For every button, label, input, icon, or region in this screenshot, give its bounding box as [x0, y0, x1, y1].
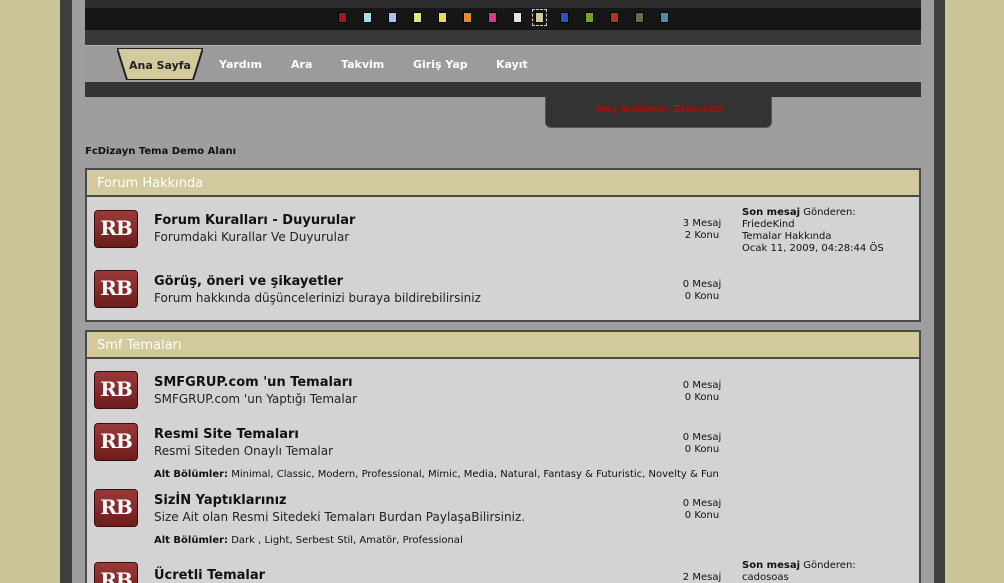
board-stats: 0 Mesaj 0 Konu	[662, 279, 742, 303]
color-swatch-bar	[85, 8, 921, 30]
top-bar	[85, 0, 921, 8]
menu-stripe	[85, 82, 921, 97]
board-row: RB Görüş, öneri ve şikayetler Forum hakk…	[87, 259, 919, 321]
forum-panel: Ana Sayfa Yardım Ara Takvim Giriş Yap Ka…	[85, 0, 921, 583]
board-row: RB SMFGRUP.com 'un Temaları SMFGRUP.com …	[87, 361, 919, 413]
last-post-label: Son mesaj	[742, 560, 801, 571]
board-rb-icon[interactable]: RB	[94, 423, 138, 461]
color-swatch[interactable]	[635, 12, 644, 23]
header-band	[85, 30, 921, 45]
last-post-by: Gönderen:	[803, 207, 856, 218]
board-posts: 0 Mesaj	[682, 498, 722, 509]
board-description: Forum hakkında düşüncelerinizi buraya bi…	[154, 291, 481, 305]
color-swatch[interactable]	[413, 12, 422, 23]
board-description: Forumdaki Kurallar Ve Duyurular	[154, 230, 350, 244]
menu-tab-home[interactable]: Ana Sayfa	[117, 48, 203, 80]
board-rb-icon[interactable]: RB	[94, 489, 138, 527]
forum-title[interactable]: FcDizayn Tema Demo Alanı	[85, 146, 236, 157]
board-row: RB Forum Kuralları - Duyurular Forumdaki…	[87, 199, 919, 259]
category-forum-hakkinda: Forum Hakkında RB Forum Kuralları - Duyu…	[85, 168, 921, 322]
board-posts: 0 Mesaj	[682, 279, 722, 290]
board-posts: 3 Mesaj	[682, 218, 722, 229]
menu-item-help[interactable]: Yardım	[219, 58, 262, 71]
board-last-post: Son mesaj Gönderen: cadosoas	[742, 560, 856, 583]
color-swatch[interactable]	[610, 12, 619, 23]
board-name[interactable]: Resmi Site Temaları	[154, 427, 299, 442]
board-description: Size Ait olan Resmi Sitedeki Temaları Bu…	[154, 510, 526, 524]
menu-tab-home-label: Ana Sayfa	[129, 59, 191, 72]
board-name[interactable]: Görüş, öneri ve şikayetler	[154, 274, 343, 289]
color-swatch[interactable]	[585, 12, 594, 23]
board-description: SMFGRUP.com 'un Yaptığı Temalar	[154, 392, 358, 406]
menu-item-login[interactable]: Giriş Yap	[413, 58, 468, 71]
board-posts: 0 Mesaj	[682, 432, 722, 443]
last-post-label: Son mesaj	[742, 207, 801, 218]
color-swatch[interactable]	[363, 12, 372, 23]
board-topics: 0 Konu	[684, 444, 720, 455]
main-menu: Ana Sayfa Yardım Ara Takvim Giriş Yap Ka…	[85, 45, 921, 81]
menu-item-calendar[interactable]: Takvim	[341, 58, 384, 71]
board-topics: 2 Konu	[684, 230, 720, 241]
menu-item-register[interactable]: Kayıt	[496, 58, 528, 71]
board-last-post: Son mesaj Gönderen: FriedeKind Temalar H…	[742, 207, 884, 255]
category-header: Smf Temaları	[87, 332, 919, 359]
last-post-user[interactable]: cadosoas	[742, 572, 856, 583]
board-stats: 3 Mesaj 2 Konu	[662, 218, 742, 242]
color-swatch[interactable]	[338, 12, 347, 23]
board-description: Resmi Siteden Onaylı Temalar	[154, 444, 334, 458]
board-stats: 2 Mesaj	[662, 572, 742, 583]
board-topics: 0 Konu	[684, 291, 720, 302]
color-swatch-selected[interactable]	[532, 9, 547, 26]
board-name[interactable]: Ücretli Temalar	[154, 568, 265, 583]
last-post-date: Ocak 11, 2009, 04:28:44 ÖS	[742, 243, 884, 254]
board-rb-icon[interactable]: RB	[94, 371, 138, 409]
board-rb-icon[interactable]: RB	[94, 270, 138, 308]
board-row: RB Resmi Site Temaları Resmi Siteden Ona…	[87, 413, 919, 480]
color-swatch[interactable]	[513, 12, 522, 23]
last-post-topic[interactable]: Temalar Hakkında	[742, 231, 884, 243]
color-swatch[interactable]	[463, 12, 472, 23]
board-rb-icon[interactable]: RB	[94, 562, 138, 583]
category-title[interactable]: Forum Hakkında	[97, 176, 203, 191]
color-swatch[interactable]	[388, 12, 397, 23]
board-posts: 2 Mesaj	[682, 572, 722, 583]
board-topics: 0 Konu	[684, 510, 720, 521]
color-swatch[interactable]	[660, 12, 669, 23]
board-name[interactable]: Forum Kuralları - Duyurular	[154, 213, 355, 228]
board-topics: 0 Konu	[684, 392, 720, 403]
board-posts: 0 Mesaj	[682, 380, 722, 391]
color-swatch[interactable]	[438, 12, 447, 23]
color-swatch[interactable]	[488, 12, 497, 23]
welcome-text: Hoş Geldiniz, Ziyaretçi	[595, 104, 724, 115]
board-stats: 0 Mesaj 0 Konu	[662, 498, 742, 522]
category-title[interactable]: Smf Temaları	[97, 338, 182, 353]
board-stats: 0 Mesaj 0 Konu	[662, 432, 742, 456]
welcome-box: Hoş Geldiniz, Ziyaretçi	[545, 97, 772, 128]
board-name[interactable]: SMFGRUP.com 'un Temaları	[154, 375, 353, 390]
menu-item-search[interactable]: Ara	[291, 58, 312, 71]
last-post-by: Gönderen:	[803, 560, 856, 571]
board-rb-icon[interactable]: RB	[94, 210, 138, 248]
board-name[interactable]: SizİN Yaptıklarınız	[154, 493, 287, 508]
board-row: RB Ücretli Temalar 2 Mesaj Son mesaj Gön…	[87, 545, 919, 583]
color-swatch[interactable]	[560, 12, 569, 23]
page-inner: Ana Sayfa Yardım Ara Takvim Giriş Yap Ka…	[72, 0, 934, 583]
board-row: RB SizİN Yaptıklarınız Size Ait olan Res…	[87, 479, 919, 546]
category-smf-temalari: Smf Temaları RB SMFGRUP.com 'un Temaları…	[85, 330, 921, 583]
category-header: Forum Hakkında	[87, 170, 919, 197]
last-post-user[interactable]: FriedeKind	[742, 219, 884, 231]
board-stats: 0 Mesaj 0 Konu	[662, 380, 742, 404]
